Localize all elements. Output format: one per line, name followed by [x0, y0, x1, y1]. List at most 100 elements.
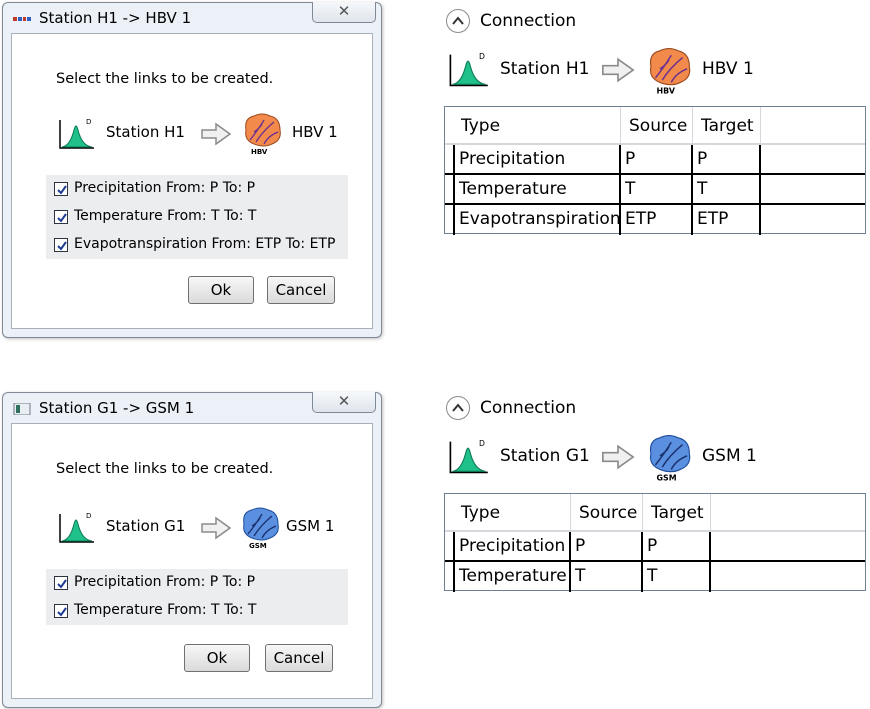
link-label: Evapotranspiration From: ETP To: ETP [74, 236, 336, 252]
svg-text:D: D [479, 439, 485, 448]
link-label: Precipitation From: P To: P [74, 574, 256, 590]
connection-flow: D Station H1 HBV HBV 1 [444, 42, 864, 98]
dialog-body: Select the links to be created. D Statio… [11, 33, 373, 329]
link-flow: D Station G1 GSM GSM 1 [56, 504, 346, 552]
model-badge: HBV [657, 87, 676, 96]
station-name: Station G1 [106, 517, 186, 535]
connection-grid: Type Source Target Precipitation P P Tem… [444, 106, 866, 235]
model-badge: GSM [249, 542, 267, 550]
column-header-source[interactable]: Source [621, 107, 693, 145]
column-header-target[interactable]: Target [693, 107, 761, 145]
hbv-model-icon: HBV [245, 113, 281, 156]
connection-header[interactable]: Connection [444, 6, 644, 36]
chevron-up-icon [452, 403, 464, 412]
right-arrow-icon [201, 122, 232, 146]
checkmark-icon [57, 579, 67, 589]
gsm-model-icon: GSM [243, 507, 279, 550]
link-item-evapotranspiration[interactable]: Evapotranspiration From: ETP To: ETP [46, 231, 348, 259]
model-name: GSM 1 [286, 517, 335, 535]
collapse-button[interactable] [446, 396, 470, 420]
link-label: Precipitation From: P To: P [74, 180, 256, 196]
right-arrow-icon [602, 57, 635, 83]
link-item-precipitation[interactable]: Precipitation From: P To: P [46, 175, 348, 203]
link-item-temperature[interactable]: Temperature From: T To: T [46, 597, 348, 625]
close-button[interactable]: ✕ [312, 392, 376, 413]
distribution-curve-icon: D [59, 118, 94, 149]
svg-text:D: D [86, 512, 91, 520]
link-dialog-hbv: Station H1 -> HBV 1 ✕ Select the links t… [2, 2, 382, 338]
checkbox[interactable] [54, 576, 68, 590]
station-name: Station H1 [106, 123, 185, 141]
dialog-titlebar[interactable]: Station H1 -> HBV 1 ✕ [3, 2, 381, 33]
link-dialog-gsm: Station G1 -> GSM 1 ✕ Select the links t… [2, 392, 382, 708]
link-list: Precipitation From: P To: P Temperature … [46, 175, 348, 259]
column-header-source[interactable]: Source [571, 494, 643, 532]
model-name: HBV 1 [702, 59, 754, 79]
collapse-button[interactable] [446, 9, 470, 33]
connection-title: Connection [480, 11, 577, 31]
link-flow: D Station H1 HBV HBV 1 [56, 110, 346, 158]
cell-target: P [643, 532, 711, 562]
dialog-titlebar[interactable]: Station G1 -> GSM 1 ✕ [3, 392, 381, 423]
cell-type: Precipitation [453, 145, 621, 175]
checkmark-icon [57, 241, 67, 251]
connection-panel-gsm: Connection D Station G1 GSM GSM 1 Type S… [444, 393, 868, 593]
cell-source: P [571, 532, 643, 562]
cancel-button[interactable]: Cancel [267, 276, 335, 304]
cell-target: P [693, 145, 761, 175]
cell-target: T [643, 562, 711, 592]
grid-header: Type Source Target [445, 107, 865, 145]
instruction-text: Select the links to be created. [56, 71, 274, 87]
dialog-body: Select the links to be created. D Statio… [11, 423, 373, 699]
right-arrow-icon [602, 444, 635, 470]
instruction-text: Select the links to be created. [56, 461, 274, 477]
link-label: Temperature From: T To: T [74, 602, 257, 618]
station-name: Station H1 [500, 59, 590, 79]
model-badge: GSM [657, 474, 677, 483]
connection-header[interactable]: Connection [444, 393, 644, 423]
cell-source: T [621, 175, 693, 205]
column-header-type[interactable]: Type [445, 494, 571, 532]
chevron-up-icon [452, 16, 464, 25]
cell-type: Temperature [453, 562, 571, 592]
right-arrow-icon [201, 516, 232, 540]
table-row[interactable]: Temperature T T [445, 175, 865, 205]
ok-button[interactable]: Ok [188, 276, 254, 304]
cell-target: ETP [693, 205, 761, 235]
cell-type: Temperature [453, 175, 621, 205]
link-item-temperature[interactable]: Temperature From: T To: T [46, 203, 348, 231]
connection-flow: D Station G1 GSM GSM 1 [444, 429, 864, 485]
cell-type: Precipitation [453, 532, 571, 562]
connection-title: Connection [480, 398, 577, 418]
svg-text:D: D [86, 118, 91, 126]
dialog-title: Station G1 -> GSM 1 [39, 399, 195, 417]
cell-source: ETP [621, 205, 693, 235]
column-header-target[interactable]: Target [643, 494, 711, 532]
table-row[interactable]: Precipitation P P [445, 145, 865, 175]
cancel-button[interactable]: Cancel [265, 644, 333, 672]
checkbox[interactable] [54, 182, 68, 196]
app-icon [13, 403, 31, 415]
connection-panel-hbv: Connection D Station H1 HBV HBV 1 Type S… [444, 6, 868, 236]
distribution-curve-icon: D [449, 439, 488, 474]
ok-button[interactable]: Ok [184, 644, 250, 672]
column-header-type[interactable]: Type [445, 107, 621, 145]
link-item-precipitation[interactable]: Precipitation From: P To: P [46, 569, 348, 597]
model-badge: HBV [251, 148, 268, 156]
table-row[interactable]: Temperature T T [445, 562, 865, 592]
model-name: GSM 1 [702, 446, 757, 466]
cell-source: T [571, 562, 643, 592]
checkbox[interactable] [54, 604, 68, 618]
connection-grid: Type Source Target Precipitation P P Tem… [444, 493, 866, 592]
table-row[interactable]: Evapotranspiration ETP ETP [445, 205, 865, 235]
grid-header: Type Source Target [445, 494, 865, 532]
cell-type: Evapotranspiration [453, 205, 621, 235]
cell-target: T [693, 175, 761, 205]
checkbox[interactable] [54, 210, 68, 224]
station-name: Station G1 [500, 446, 590, 466]
checkbox[interactable] [54, 238, 68, 252]
link-list: Precipitation From: P To: P Temperature … [46, 569, 348, 625]
distribution-curve-icon: D [449, 52, 488, 87]
table-row[interactable]: Precipitation P P [445, 532, 865, 562]
close-button[interactable]: ✕ [312, 2, 376, 23]
